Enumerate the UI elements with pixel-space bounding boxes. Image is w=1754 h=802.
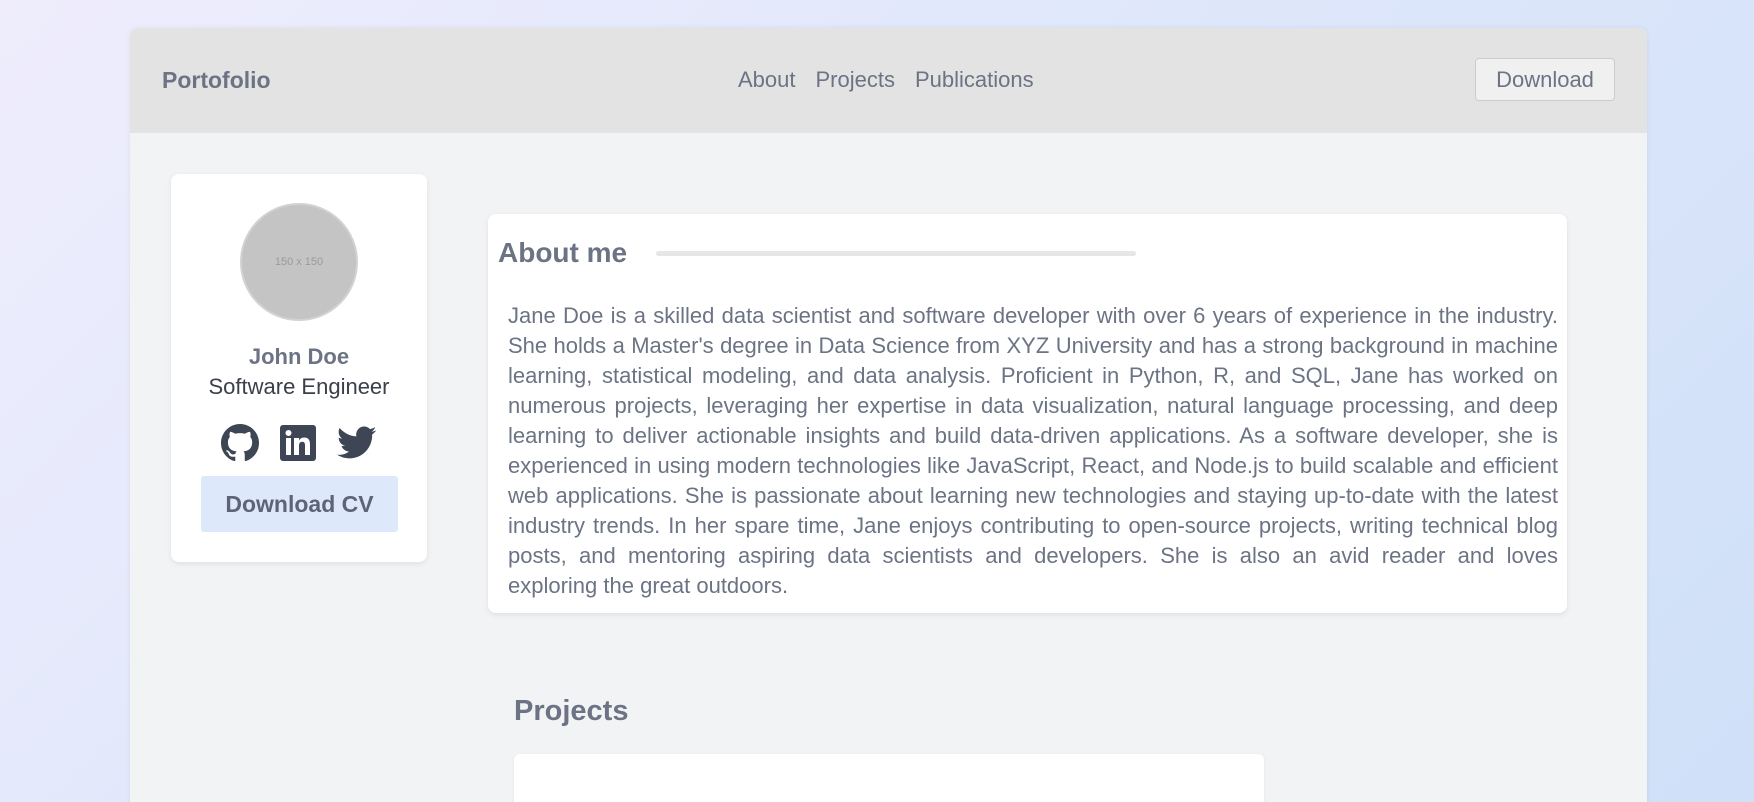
nav-link-about[interactable]: About	[738, 67, 796, 93]
page-frame: Portofolio About Projects Publications D…	[130, 28, 1647, 802]
about-title: About me	[498, 237, 628, 268]
avatar: 150 x 150	[240, 203, 358, 321]
navbar: Portofolio About Projects Publications D…	[130, 28, 1647, 133]
about-text: Jane Doe is a skilled data scientist and…	[508, 303, 1558, 598]
project-card	[514, 754, 1264, 802]
profile-role: Software Engineer	[208, 374, 390, 399]
brand-logo[interactable]: Portofolio	[162, 67, 271, 94]
twitter-icon[interactable]	[337, 426, 377, 465]
projects-title: Projects	[514, 695, 629, 727]
avatar-placeholder-text: 150 x 150	[274, 256, 324, 268]
social-links	[221, 424, 377, 467]
about-section: About me Jane Doe is a skilled data scie…	[488, 214, 1567, 613]
download-cv-button[interactable]: Download CV	[201, 476, 398, 532]
nav-links: About Projects Publications	[738, 67, 1034, 93]
download-button[interactable]: Download	[1475, 58, 1615, 101]
nav-link-publications[interactable]: Publications	[915, 67, 1034, 93]
about-divider	[656, 251, 1136, 256]
profile-name: John Doe	[248, 344, 350, 369]
profile-card: 150 x 150 John Doe Software Engineer Dow…	[171, 174, 427, 562]
github-icon[interactable]	[221, 424, 259, 467]
linkedin-icon[interactable]	[280, 425, 316, 466]
nav-link-projects[interactable]: Projects	[816, 67, 895, 93]
